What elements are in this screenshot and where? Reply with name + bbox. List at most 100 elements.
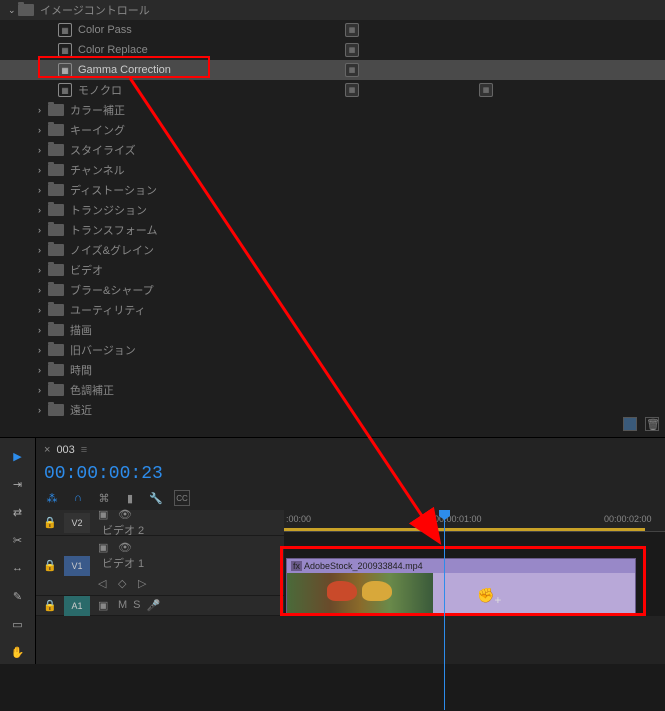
- timeline-panel: ▶ ⇥ ⇄ ✂ ↔ ✎ ▭ ✋ × 003 ≡ 00:00:00:23 ⁂ ∩ …: [0, 438, 665, 664]
- eye-icon[interactable]: 👁: [118, 508, 132, 522]
- effect-color-pass[interactable]: ▦ Color Pass ▦: [0, 20, 665, 40]
- folder-label: チャンネル: [70, 162, 125, 178]
- folder-generate[interactable]: ›描画: [0, 320, 665, 340]
- folder-color-adjust[interactable]: › 色調補正: [0, 380, 665, 400]
- slip-tool[interactable]: ↔: [8, 558, 28, 578]
- folder-channel[interactable]: ›チャンネル: [0, 160, 665, 180]
- folder-label: ノイズ&グレイン: [70, 242, 154, 258]
- folder-stylize[interactable]: ›スタイライズ: [0, 140, 665, 160]
- folder-label: 遠近: [70, 402, 92, 418]
- toggle-output-icon[interactable]: ▣: [98, 541, 112, 555]
- expand-arrow-icon: ›: [38, 225, 48, 235]
- close-icon[interactable]: ×: [44, 444, 50, 456]
- folder-icon: [48, 144, 64, 156]
- track-name: ビデオ 2: [98, 525, 144, 537]
- tools-sidebar: ▶ ⇥ ⇄ ✂ ↔ ✎ ▭ ✋: [0, 438, 36, 664]
- folder-obsolete[interactable]: ›旧バージョン: [0, 340, 665, 360]
- folder-color-correction[interactable]: ›カラー補正: [0, 100, 665, 120]
- new-bin-icon[interactable]: [623, 417, 637, 431]
- effect-label: Color Replace: [78, 44, 148, 56]
- rectangle-tool[interactable]: ▭: [8, 614, 28, 634]
- voice-icon[interactable]: 🎤: [147, 599, 161, 613]
- effect-gamma-correction[interactable]: ▦ Gamma Correction ▦: [0, 60, 665, 80]
- folder-label: キーイング: [70, 122, 125, 138]
- magnet-icon[interactable]: ∩: [70, 490, 86, 506]
- selection-tool[interactable]: ▶: [8, 446, 28, 466]
- lock-icon[interactable]: 🔒: [36, 599, 64, 612]
- linked-selection-icon[interactable]: ⌘: [96, 490, 112, 506]
- expand-arrow-icon: ›: [38, 265, 48, 275]
- cc-icon[interactable]: CC: [174, 490, 190, 506]
- accel-badge-icon: ▦: [345, 63, 359, 77]
- time-ruler[interactable]: :00:00 00:00:01:00 00:00:02:00: [284, 510, 665, 532]
- track-v1-header[interactable]: 🔒 V1 ▣👁 ビデオ 1 ◁◇▷: [36, 536, 284, 596]
- toggle-output-icon[interactable]: ▣: [98, 599, 112, 613]
- clip-thumbnail: [287, 573, 433, 613]
- expand-arrow-icon: ›: [38, 145, 48, 155]
- expand-arrow-icon: ›: [38, 105, 48, 115]
- timecode-display[interactable]: 00:00:00:23: [36, 462, 665, 486]
- work-area-bar[interactable]: [284, 528, 645, 531]
- timeline-content[interactable]: :00:00 00:00:01:00 00:00:02:00 fx AdobeS…: [284, 510, 665, 616]
- track-a1-target[interactable]: A1: [64, 596, 90, 616]
- toggle-output-icon[interactable]: ▣: [98, 508, 112, 522]
- track-a1-header[interactable]: 🔒 A1 ▣ M S 🎤: [36, 596, 284, 616]
- folder-utility[interactable]: ›ユーティリティ: [0, 300, 665, 320]
- lock-icon[interactable]: 🔒: [36, 559, 64, 572]
- lock-icon[interactable]: 🔒: [36, 516, 64, 529]
- expand-arrow-icon: ›: [38, 345, 48, 355]
- expand-arrow-icon: ›: [38, 125, 48, 135]
- tracks-area: 🔒 V2 ▣👁 ビデオ 2 🔒 V1 ▣👁 ビデオ 1 ◁◇▷: [36, 510, 665, 616]
- track-v2-target[interactable]: V2: [64, 513, 90, 533]
- folder-label: 描画: [70, 322, 92, 338]
- ripple-tool[interactable]: ⇄: [8, 502, 28, 522]
- keyframe-add-icon[interactable]: ◇: [118, 577, 132, 591]
- folder-icon: [48, 244, 64, 256]
- folder-image-control[interactable]: ⌄ イメージコントロール: [0, 0, 665, 20]
- preset-icon: ▦: [58, 83, 72, 97]
- accel-badge-icon: ▦: [345, 23, 359, 37]
- folder-blur-sharpen[interactable]: ›ブラー&シャープ: [0, 280, 665, 300]
- hand-tool[interactable]: ✋: [8, 642, 28, 662]
- solo-button[interactable]: S: [133, 599, 140, 613]
- track-v2-header[interactable]: 🔒 V2 ▣ 👁 ビデオ 2: [36, 510, 284, 536]
- playhead[interactable]: [444, 510, 445, 710]
- track-select-tool[interactable]: ⇥: [8, 474, 28, 494]
- folder-video[interactable]: ›ビデオ: [0, 260, 665, 280]
- keyframe-next-icon[interactable]: ▷: [138, 577, 152, 591]
- folder-transition[interactable]: ›トランジション: [0, 200, 665, 220]
- folder-keying[interactable]: › キーイング: [0, 120, 665, 140]
- delete-icon[interactable]: 🗑: [645, 417, 659, 431]
- folder-icon: [48, 304, 64, 316]
- snap-icon[interactable]: ⁂: [44, 490, 60, 506]
- eye-icon[interactable]: 👁: [118, 541, 132, 555]
- panel-footer: 🗑: [617, 411, 665, 437]
- preset-icon: ▦: [58, 23, 72, 37]
- menu-icon[interactable]: ≡: [81, 444, 87, 456]
- expand-arrow-icon: ›: [38, 205, 48, 215]
- track-v1-target[interactable]: V1: [64, 556, 90, 576]
- folder-icon: [48, 104, 64, 116]
- folder-noise-grain[interactable]: ›ノイズ&グレイン: [0, 240, 665, 260]
- folder-distortion[interactable]: ›ディストーション: [0, 180, 665, 200]
- expand-arrow-icon: ›: [38, 385, 48, 395]
- folder-time[interactable]: ›時間: [0, 360, 665, 380]
- razor-tool[interactable]: ✂: [8, 530, 28, 550]
- sequence-tab[interactable]: × 003 ≡: [36, 438, 665, 462]
- expand-arrow-icon: ›: [38, 285, 48, 295]
- folder-transform[interactable]: ›トランスフォーム: [0, 220, 665, 240]
- mute-button[interactable]: M: [118, 599, 127, 613]
- marker-icon[interactable]: ▮: [122, 490, 138, 506]
- keyframe-prev-icon[interactable]: ◁: [98, 577, 112, 591]
- settings-icon[interactable]: 🔧: [148, 490, 164, 506]
- effect-color-replace[interactable]: ▦ Color Replace ▦: [0, 40, 665, 60]
- effect-monochrome[interactable]: ▦ モノクロ ▦▦: [0, 80, 665, 100]
- ruler-label: :00:00: [286, 514, 311, 524]
- preset-icon: ▦: [58, 63, 72, 77]
- pen-tool[interactable]: ✎: [8, 586, 28, 606]
- video-clip[interactable]: fx AdobeStock_200933844.mp4 ✊+: [286, 558, 636, 614]
- effect-label: モノクロ: [78, 82, 122, 98]
- folder-perspective[interactable]: ›遠近: [0, 400, 665, 420]
- expand-arrow-icon: ›: [38, 365, 48, 375]
- folder-label: 色調補正: [70, 382, 114, 398]
